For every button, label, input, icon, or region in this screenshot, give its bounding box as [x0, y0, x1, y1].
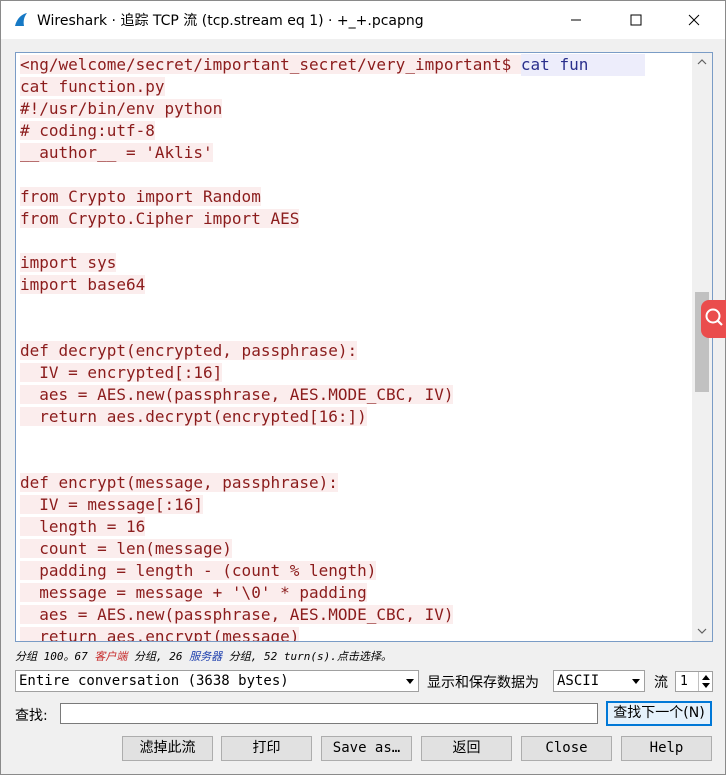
client-segment: def decrypt(encrypted, passphrase): — [20, 341, 358, 360]
filter-out-stream-button[interactable]: 滤掉此流 — [122, 736, 213, 761]
scroll-up-arrow-icon[interactable] — [692, 53, 712, 71]
client-segment: IV = message[:16] — [20, 495, 204, 514]
stream-line: aes = AES.new(passphrase, AES.MODE_CBC, … — [20, 604, 692, 626]
stream-line: def encrypt(message, passphrase): — [20, 472, 692, 494]
back-button[interactable]: 返回 — [421, 736, 512, 761]
client-segment: return aes.encrypt(message) — [20, 627, 300, 641]
find-label: 查找: — [15, 708, 48, 724]
maximize-button[interactable] — [613, 1, 659, 39]
search-icon — [703, 306, 725, 332]
stream-line: count = len(message) — [20, 538, 692, 560]
minimize-icon — [570, 14, 582, 26]
stream-line: #!/usr/bin/env python — [20, 98, 692, 120]
save-as-button[interactable]: Save as… — [321, 736, 412, 761]
stream-line: <ng/welcome/secret/important_secret/very… — [20, 54, 692, 76]
stream-text-area[interactable]: <ng/welcome/secret/important_secret/very… — [15, 52, 713, 642]
status-client-link[interactable]: 客户端 — [94, 650, 127, 663]
close-icon — [688, 14, 700, 26]
floating-search-button[interactable] — [701, 300, 726, 338]
window-title: Wireshark · 追踪 TCP 流 (tcp.stream eq 1) ·… — [37, 13, 424, 29]
find-next-button[interactable]: 查找下一个(N) — [606, 701, 712, 726]
minimize-button[interactable] — [553, 1, 599, 39]
stream-number-value: 1 — [680, 674, 688, 689]
stream-line: length = 16 — [20, 516, 692, 538]
client-segment: __author__ = 'Aklis' — [20, 143, 213, 162]
stream-line: return aes.decrypt(encrypted[16:]) — [20, 406, 692, 428]
wireshark-fin-icon — [13, 12, 29, 28]
stream-line: import sys — [20, 252, 692, 274]
status-server-link[interactable]: 服务器 — [189, 650, 222, 663]
spin-arrows[interactable] — [698, 672, 712, 691]
stream-line — [20, 296, 692, 318]
stream-line: cat function.py — [20, 76, 692, 98]
client-segment: cat function.py — [20, 77, 165, 96]
client-segment: import base64 — [20, 275, 146, 294]
help-button[interactable]: Help — [621, 736, 712, 761]
stream-line: aes = AES.new(passphrase, AES.MODE_CBC, … — [20, 384, 692, 406]
stream-line: IV = encrypted[:16] — [20, 362, 692, 384]
client-segment: aes = AES.new(passphrase, AES.MODE_CBC, … — [20, 385, 454, 404]
close-window-button[interactable] — [671, 1, 717, 39]
status-prefix: 分组 100。67 — [15, 650, 95, 663]
close-button[interactable]: Close — [521, 736, 612, 761]
client-segment: padding = length - (count % length) — [20, 561, 377, 580]
spin-down-icon[interactable] — [702, 683, 710, 688]
client-segment: <ng/welcome/secret/important_secret/very… — [20, 55, 521, 74]
client-segment: aes = AES.new(passphrase, AES.MODE_CBC, … — [20, 605, 454, 624]
stream-line: def decrypt(encrypted, passphrase): — [20, 340, 692, 362]
find-input[interactable] — [60, 703, 598, 724]
stream-line: IV = message[:16] — [20, 494, 692, 516]
conversation-select[interactable]: Entire conversation (3638 bytes) — [15, 670, 419, 692]
client-segment: import sys — [20, 253, 117, 272]
client-segment: #!/usr/bin/env python — [20, 99, 223, 118]
client-segment: from Crypto import Random — [20, 187, 261, 206]
client-segment: return aes.decrypt(encrypted[16:]) — [20, 407, 367, 426]
stream-status: 分组 100。67 客户端 分组, 26 服务器 分组, 52 turn(s).… — [15, 648, 392, 664]
stream-line: from Crypto.Cipher import AES — [20, 208, 692, 230]
maximize-icon — [630, 14, 642, 26]
format-select[interactable]: ASCII — [553, 670, 645, 692]
stream-line: import base64 — [20, 274, 692, 296]
show-save-label: 显示和保存数据为 — [427, 675, 539, 691]
stream-label: 流 — [654, 675, 668, 691]
chevron-down-icon — [632, 679, 640, 684]
scroll-down-arrow-icon[interactable] — [692, 622, 712, 640]
status-suffix: 分组, 52 turn(s).点击选择。 — [222, 650, 392, 663]
client-segment: def encrypt(message, passphrase): — [20, 473, 338, 492]
follow-tcp-stream-window: Wireshark · 追踪 TCP 流 (tcp.stream eq 1) ·… — [0, 0, 726, 775]
stream-line: # coding:utf-8 — [20, 120, 692, 142]
conversation-value: Entire conversation (3638 bytes) — [19, 673, 289, 689]
client-segment: # coding:utf-8 — [20, 121, 155, 140]
chevron-down-icon — [406, 679, 414, 684]
client-segment: length = 16 — [20, 517, 146, 536]
client-segment: from Crypto.Cipher import AES — [20, 209, 300, 228]
stream-line — [20, 428, 692, 450]
vertical-scrollbar[interactable] — [692, 53, 712, 641]
stream-line — [20, 164, 692, 186]
stream-line: return aes.encrypt(message) — [20, 626, 692, 641]
stream-line — [20, 450, 692, 472]
format-value: ASCII — [557, 673, 600, 689]
client-segment: count = len(message) — [20, 539, 232, 558]
client-segment: IV = encrypted[:16] — [20, 363, 223, 382]
title-bar[interactable]: Wireshark · 追踪 TCP 流 (tcp.stream eq 1) ·… — [1, 1, 725, 39]
stream-line — [20, 318, 692, 340]
stream-content: <ng/welcome/secret/important_secret/very… — [20, 54, 692, 641]
spin-up-icon[interactable] — [702, 675, 710, 680]
stream-line: __author__ = 'Aklis' — [20, 142, 692, 164]
stream-line: padding = length - (count % length) — [20, 560, 692, 582]
status-middle: 分组, 26 — [127, 650, 190, 663]
server-segment: cat fun — [520, 54, 645, 76]
print-button[interactable]: 打印 — [221, 736, 312, 761]
stream-line: from Crypto import Random — [20, 186, 692, 208]
stream-number-spinbox[interactable]: 1 — [675, 671, 713, 692]
stream-line — [20, 230, 692, 252]
stream-line: message = message + '\0' * padding — [20, 582, 692, 604]
client-segment: message = message + '\0' * padding — [20, 583, 367, 602]
